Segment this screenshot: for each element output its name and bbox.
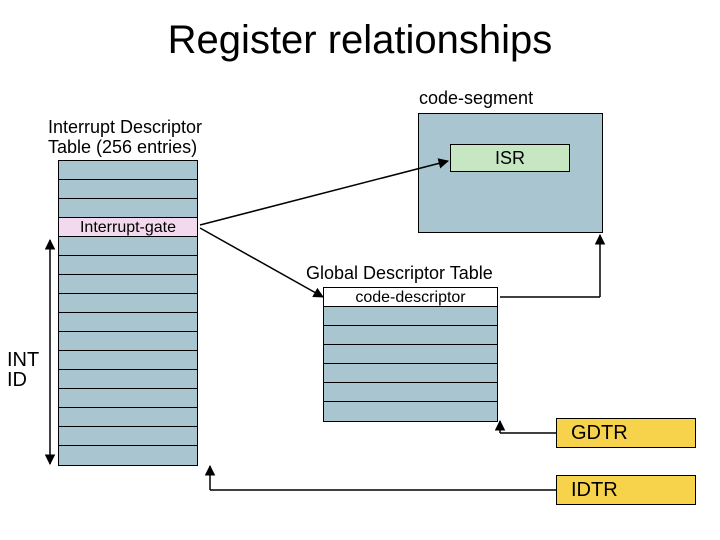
table-row (59, 408, 197, 427)
code-segment-label: code-segment (419, 88, 533, 109)
table-row (324, 402, 497, 421)
code-segment-box (418, 113, 603, 233)
table-row (59, 446, 197, 465)
table-row (59, 180, 197, 199)
table-row (59, 199, 197, 218)
gdtr-register: GDTR (556, 418, 696, 448)
table-row (59, 313, 197, 332)
table-row (59, 351, 197, 370)
table-row (59, 332, 197, 351)
isr-box: ISR (450, 144, 570, 172)
idtr-register: IDTR (556, 475, 696, 505)
gdt-heading: Global Descriptor Table (306, 263, 493, 284)
idt-heading-line2: Table (256 entries) (48, 137, 197, 158)
idt-heading-line1: Interrupt Descriptor (48, 117, 202, 138)
idt-table: Interrupt-gate (58, 160, 198, 466)
table-row (59, 389, 197, 408)
table-row (324, 383, 497, 402)
code-descriptor-row: code-descriptor (324, 288, 497, 307)
table-row (59, 370, 197, 389)
int-id-line2: ID (7, 369, 27, 391)
int-id-line1: INT (7, 349, 39, 371)
table-row (59, 275, 197, 294)
table-row (324, 364, 497, 383)
table-row (59, 294, 197, 313)
table-row (59, 237, 197, 256)
page-title: Register relationships (0, 18, 720, 63)
table-row (324, 307, 497, 326)
interrupt-gate-row: Interrupt-gate (59, 218, 197, 237)
table-row (59, 427, 197, 446)
int-id-label: INT ID (7, 350, 39, 390)
table-row (324, 345, 497, 364)
gdt-table: code-descriptor (323, 287, 498, 422)
table-row (59, 256, 197, 275)
table-row (59, 161, 197, 180)
table-row (324, 326, 497, 345)
